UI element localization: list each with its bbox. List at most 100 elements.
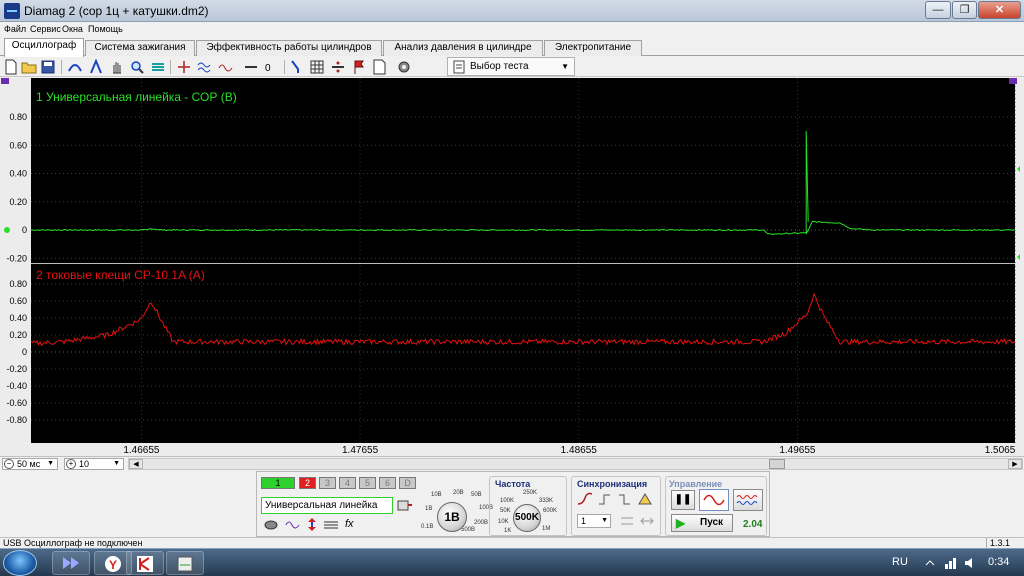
sync-auto-icon[interactable] [637,492,653,506]
channel-1-zero-marker[interactable] [4,227,10,233]
menu-service[interactable]: Сервис [30,24,61,34]
probe-icon[interactable] [397,499,413,513]
range-tick: 500B [461,527,476,533]
frequency-tick: 600K [543,508,558,514]
frequency-knob[interactable]: 500K [513,504,541,532]
start-button[interactable] [3,550,37,576]
y-tick-label: -0.60 [6,398,27,408]
tab-power-supply[interactable]: Электропитание [544,40,642,56]
taskbar-app-diamag[interactable] [166,551,204,575]
zoom-icon[interactable] [129,59,145,75]
tab-cylinder-pressure[interactable]: Анализ давления в цилиндре [383,40,543,56]
frequency-tick: 1M [542,526,551,532]
restore-button[interactable]: ❐ [952,1,977,19]
flag-icon[interactable] [351,59,367,75]
x-tick-label: 1.48655 [561,445,598,456]
run-label: Пуск [700,517,724,528]
open-folder-icon[interactable] [21,59,37,75]
cursor-a-icon[interactable] [67,59,83,75]
channel-2-panel [31,264,1015,443]
tab-oscilloscope[interactable]: Осциллограф [4,38,84,57]
lines-icon[interactable] [323,519,339,531]
menu-windows[interactable]: Окна [62,24,83,34]
channel-button-d[interactable]: D [399,477,416,489]
taskbar-app-k[interactable] [126,551,164,575]
language-indicator[interactable]: RU [892,556,908,568]
count-select[interactable]: + 10 ▼ [64,458,124,470]
scrollbar-thumb[interactable] [769,459,785,469]
toolbar: 0 Выбор теста ▼ [0,57,1024,77]
timebase-select[interactable]: − 50 мс ▼ [2,458,58,470]
network-icon[interactable] [944,556,958,570]
range-tick: 20B [453,490,464,496]
cursor-b-icon[interactable] [88,59,104,75]
taskbar-app-media[interactable] [52,551,90,575]
sync-channel-select[interactable]: 1 ▼ [577,514,611,528]
marker-icon[interactable] [290,59,306,75]
scroll-right-icon[interactable]: ▶ [1008,459,1022,469]
minimize-button[interactable]: — [925,1,951,19]
vertical-arrows-icon[interactable] [305,517,319,532]
clock-time: 0:34 [988,556,1010,568]
pause-button[interactable]: ❚❚ [671,490,695,510]
invert-wave-icon[interactable] [285,519,301,531]
save-icon[interactable] [40,59,56,75]
new-file-icon[interactable] [3,59,19,75]
svg-text:0: 0 [265,63,271,74]
tab-cylinder-efficiency[interactable]: Эффективность работы цилиндров [196,40,382,56]
frequency-tick: 100K [500,498,515,504]
volume-icon[interactable] [964,556,978,570]
status-bar: USB Осциллограф не подключен 1.3.1 [0,537,1024,548]
channel-button-4[interactable]: 4 [339,477,356,489]
y-tick-label: 0 [22,347,27,357]
close-button[interactable]: ✕ [978,1,1021,19]
probe-tip-icon[interactable] [263,519,279,531]
hand-pan-icon[interactable] [109,59,125,75]
tray-arrow-icon[interactable] [924,557,936,569]
y-tick-label: 0.80 [9,279,27,289]
zero-icon[interactable]: 0 [262,59,278,75]
grid-icon[interactable] [309,59,325,75]
voltage-range-knob[interactable]: 1B [437,502,467,532]
menu-file[interactable]: Файл [4,24,26,34]
continuous-mode-button[interactable] [733,489,763,511]
wave-minus-icon[interactable] [243,59,259,75]
sync-level-icon[interactable] [619,514,635,528]
plus-icon: + [66,459,76,469]
sync-pos-icon[interactable] [639,514,655,528]
menu-help[interactable]: Помощь [88,24,123,34]
waves-icon[interactable] [197,59,213,75]
horizontal-scrollbar[interactable]: ◀ ▶ [128,458,1023,470]
cursor-marker-left[interactable] [1,78,9,84]
channel-name-field[interactable]: Универсальная линейка [261,497,393,514]
sync-rising-edge-icon[interactable] [577,492,593,506]
page-icon[interactable] [371,59,387,75]
test-select-dropdown[interactable]: Выбор теста ▼ [447,57,575,76]
tab-bar: Осциллограф Система зажигания Эффективно… [0,38,1024,57]
filter-icon[interactable] [176,59,192,75]
settings-gear-icon[interactable] [396,59,412,75]
channel-button-1[interactable]: 1 [261,477,295,489]
oscilloscope-area[interactable]: 0.80 0.60 0.40 0.20 0 -0.20 0.80 0.60 0.40 0.20 0 -… [0,78,1024,456]
channel-button-2[interactable]: 2 [299,477,316,489]
sync-front-icon[interactable] [598,492,612,506]
channel-button-5[interactable]: 5 [359,477,376,489]
frequency-tick: 50K [500,508,511,514]
oscilloscope-plot[interactable]: 0.80 0.60 0.40 0.20 0 -0.20 0.80 0.60 0.40 0.20 0 -… [0,78,1024,456]
scroll-left-icon[interactable]: ◀ [129,459,143,469]
channel-button-3[interactable]: 3 [319,477,336,489]
fx-icon[interactable]: fx [345,518,354,530]
run-button[interactable]: ▶ Пуск [671,514,733,532]
y-tick-label: -0.80 [6,415,27,425]
sync-back-icon[interactable] [618,492,632,506]
test-select-icon [453,60,465,74]
cursor-marker-right[interactable] [1009,78,1017,84]
stack-icon[interactable] [150,59,166,75]
channel-button-6[interactable]: 6 [379,477,396,489]
tab-ignition[interactable]: Система зажигания [85,40,195,56]
divide-icon[interactable] [330,59,346,75]
wave-plus-icon[interactable] [218,59,234,75]
y-tick-label: 0 [22,225,27,235]
title-bar[interactable]: Diamag 2 (сор 1ц + катушки.dm2) — ❐ ✕ [0,0,1024,22]
single-mode-button[interactable] [699,489,729,511]
